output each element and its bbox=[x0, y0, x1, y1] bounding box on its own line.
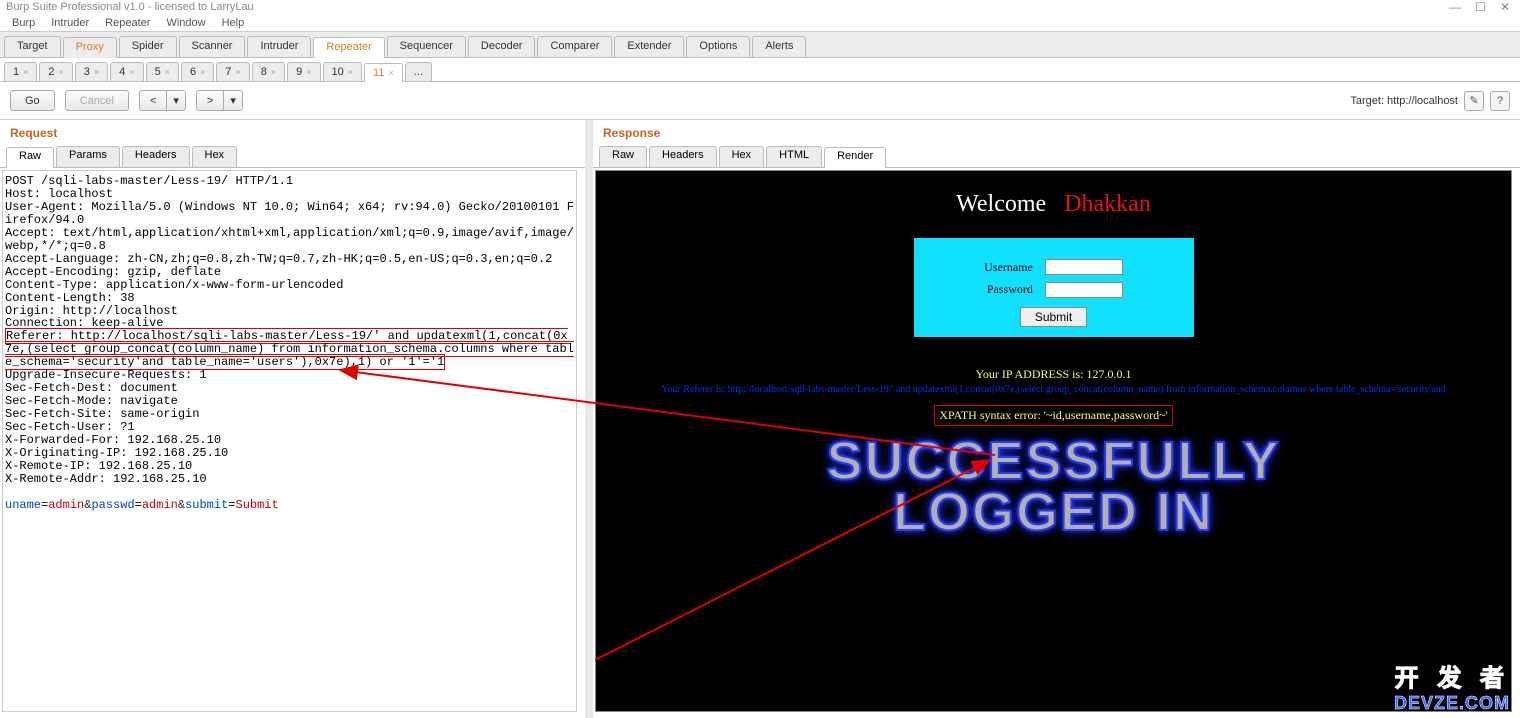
username-input[interactable] bbox=[1045, 259, 1123, 275]
close-icon[interactable]: × bbox=[165, 67, 170, 77]
subtab-3[interactable]: 3× bbox=[75, 62, 108, 81]
close-icon[interactable]: × bbox=[348, 67, 353, 77]
subtab-4[interactable]: 4× bbox=[110, 62, 143, 81]
tab-spider[interactable]: Spider bbox=[119, 36, 177, 57]
tab-alerts[interactable]: Alerts bbox=[752, 36, 806, 57]
submit-button[interactable]: Submit bbox=[1020, 307, 1087, 327]
request-title: Request bbox=[0, 120, 585, 146]
login-form: Username Password Submit bbox=[914, 238, 1194, 337]
response-tab-html[interactable]: HTML bbox=[766, 146, 822, 167]
response-title: Response bbox=[593, 120, 1520, 146]
tab-proxy[interactable]: Proxy bbox=[63, 37, 117, 58]
module-tabs: Target Proxy Spider Scanner Intruder Rep… bbox=[0, 32, 1520, 58]
request-raw-editor[interactable]: POST /sqli-labs-master/Less-19/ HTTP/1.1… bbox=[2, 170, 577, 712]
repeater-action-bar: Go Cancel < ▾ > ▾ Target: http://localho… bbox=[0, 82, 1520, 120]
tab-comparer[interactable]: Comparer bbox=[537, 36, 612, 57]
target-label: Target: http://localhost bbox=[1350, 95, 1458, 107]
tab-sequencer[interactable]: Sequencer bbox=[387, 36, 466, 57]
xpath-error-line: XPATH syntax error: '~id,username,passwo… bbox=[934, 405, 1173, 426]
close-icon[interactable]: × bbox=[306, 67, 311, 77]
window-title: Burp Suite Professional v1.0 - licensed … bbox=[6, 1, 254, 13]
close-icon[interactable]: × bbox=[271, 67, 276, 77]
subtab-10[interactable]: 10× bbox=[323, 62, 363, 81]
menu-help[interactable]: Help bbox=[216, 16, 251, 30]
subtab-1[interactable]: 1× bbox=[4, 62, 37, 81]
menubar: Burp Intruder Repeater Window Help bbox=[0, 14, 1520, 32]
response-tab-render[interactable]: Render bbox=[824, 147, 886, 168]
success-banner: SUCCESSFULLYLOGGED IN bbox=[596, 436, 1511, 539]
request-panel: Request Raw Params Headers Hex POST /sql… bbox=[0, 120, 593, 718]
tab-intruder[interactable]: Intruder bbox=[247, 36, 311, 57]
referer-line: Your Referer is: http://localhost/sqli-l… bbox=[596, 384, 1511, 395]
request-view-tabs: Raw Params Headers Hex bbox=[0, 146, 585, 168]
subtab-2[interactable]: 2× bbox=[39, 62, 72, 81]
request-tab-params[interactable]: Params bbox=[56, 146, 120, 167]
tab-target[interactable]: Target bbox=[4, 36, 61, 57]
edit-target-icon[interactable]: ✎ bbox=[1464, 91, 1484, 111]
window-controls: — ☐ ✕ bbox=[1449, 0, 1520, 14]
history-prev-button[interactable]: < bbox=[139, 90, 166, 111]
password-input[interactable] bbox=[1045, 282, 1123, 298]
response-render-view: Welcome Dhakkan Username Password Submit… bbox=[595, 170, 1512, 712]
request-tab-raw[interactable]: Raw bbox=[6, 147, 54, 168]
repeater-subtabs: 1× 2× 3× 4× 5× 6× 7× 8× 9× 10× 11× ... bbox=[0, 58, 1520, 82]
response-tab-raw[interactable]: Raw bbox=[599, 146, 647, 167]
username-label: Username bbox=[978, 256, 1039, 279]
maximize-icon[interactable]: ☐ bbox=[1475, 0, 1486, 14]
tab-repeater[interactable]: Repeater bbox=[313, 37, 384, 58]
menu-repeater[interactable]: Repeater bbox=[99, 16, 156, 30]
welcome-heading: Welcome Dhakkan bbox=[596, 191, 1511, 218]
subtab-5[interactable]: 5× bbox=[146, 62, 179, 81]
tab-scanner[interactable]: Scanner bbox=[179, 36, 246, 57]
response-view-tabs: Raw Headers Hex HTML Render bbox=[593, 146, 1520, 168]
subtab-9[interactable]: 9× bbox=[287, 62, 320, 81]
response-tab-hex[interactable]: Hex bbox=[719, 146, 765, 167]
subtab-more[interactable]: ... bbox=[405, 62, 432, 81]
help-icon[interactable]: ? bbox=[1490, 91, 1510, 111]
close-icon[interactable]: ✕ bbox=[1500, 0, 1510, 14]
tab-options[interactable]: Options bbox=[686, 36, 750, 57]
referer-highlight: Referer: http://localhost/sqli-labs-mast… bbox=[5, 328, 574, 370]
history-next-button[interactable]: > bbox=[196, 90, 223, 111]
subtab-11[interactable]: 11× bbox=[364, 63, 403, 82]
password-label: Password bbox=[978, 279, 1039, 302]
response-tab-headers[interactable]: Headers bbox=[649, 146, 717, 167]
close-icon[interactable]: × bbox=[235, 67, 240, 77]
close-icon[interactable]: × bbox=[94, 67, 99, 77]
history-prev-dropdown[interactable]: ▾ bbox=[166, 90, 186, 111]
close-icon[interactable]: × bbox=[59, 67, 64, 77]
go-button[interactable]: Go bbox=[10, 90, 55, 111]
close-icon[interactable]: × bbox=[23, 67, 28, 77]
history-next-dropdown[interactable]: ▾ bbox=[223, 90, 243, 111]
cancel-button[interactable]: Cancel bbox=[65, 90, 129, 111]
close-icon[interactable]: × bbox=[200, 67, 205, 77]
close-icon[interactable]: × bbox=[129, 67, 134, 77]
subtab-8[interactable]: 8× bbox=[252, 62, 285, 81]
repeater-columns: Request Raw Params Headers Hex POST /sql… bbox=[0, 120, 1520, 718]
menu-burp[interactable]: Burp bbox=[6, 16, 41, 30]
response-panel: Response Raw Headers Hex HTML Render Wel… bbox=[593, 120, 1520, 718]
ip-line: Your IP ADDRESS is: 127.0.0.1 bbox=[596, 367, 1511, 382]
minimize-icon[interactable]: — bbox=[1449, 0, 1461, 14]
tab-extender[interactable]: Extender bbox=[614, 36, 684, 57]
tab-decoder[interactable]: Decoder bbox=[468, 36, 536, 57]
subtab-7[interactable]: 7× bbox=[216, 62, 249, 81]
request-tab-headers[interactable]: Headers bbox=[122, 146, 190, 167]
welcome-name: Dhakkan bbox=[1064, 191, 1151, 217]
welcome-text: Welcome bbox=[956, 191, 1064, 217]
close-icon[interactable]: × bbox=[388, 68, 393, 78]
menu-window[interactable]: Window bbox=[160, 16, 211, 30]
request-tab-hex[interactable]: Hex bbox=[192, 146, 238, 167]
menu-intruder[interactable]: Intruder bbox=[45, 16, 95, 30]
window-titlebar: Burp Suite Professional v1.0 - licensed … bbox=[0, 0, 1520, 14]
subtab-6[interactable]: 6× bbox=[181, 62, 214, 81]
